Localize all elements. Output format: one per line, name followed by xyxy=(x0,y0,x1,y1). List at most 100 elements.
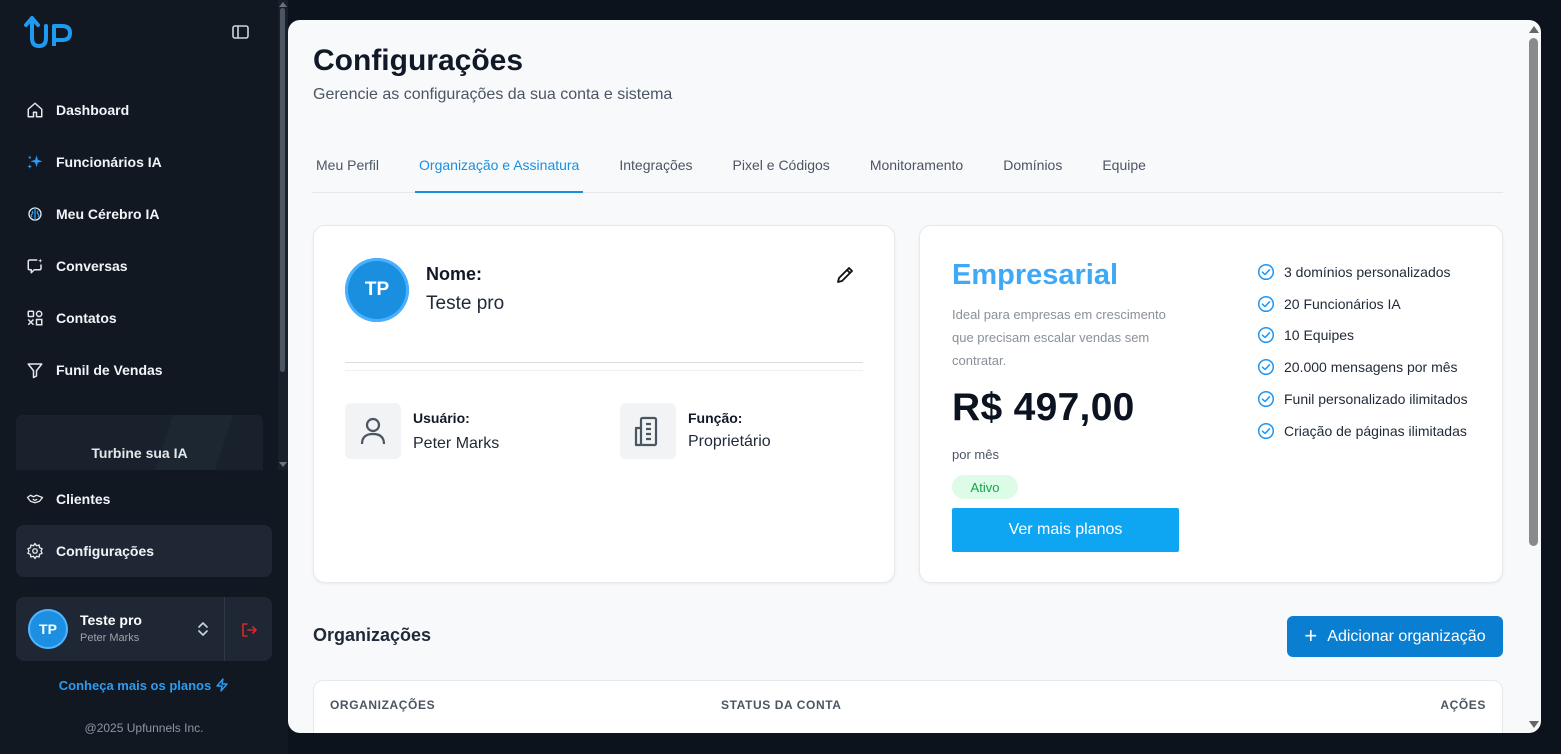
sidebar-scrollbar[interactable] xyxy=(278,0,288,470)
plan-card: Empresarial Ideal para empresas em cresc… xyxy=(919,225,1503,583)
role-value: Proprietário xyxy=(688,433,771,450)
sidebar-nav-bottom: Clientes Configurações xyxy=(16,473,272,577)
user-name: Teste pro xyxy=(80,612,142,628)
page-scrollbar[interactable] xyxy=(1527,20,1541,733)
user-icon-box xyxy=(345,403,401,459)
sidebar-item-conversas[interactable]: Conversas xyxy=(16,240,272,292)
check-circle-icon xyxy=(1257,422,1275,439)
plan-period: por mês xyxy=(952,447,999,462)
sidebar: Dashboard Funcionários IA Meu Cérebro IA… xyxy=(0,0,288,754)
sidebar-item-label: Dashboard xyxy=(56,102,130,118)
status-badge: Ativo xyxy=(952,475,1018,499)
feature-label: 10 Equipes xyxy=(1284,327,1355,344)
sidebar-item-label: Configurações xyxy=(56,543,155,559)
sidebar-item-dashboard[interactable]: Dashboard xyxy=(16,84,272,136)
sidebar-item-configuracoes[interactable]: Configurações xyxy=(16,525,272,577)
sidebar-scroll-down-icon[interactable] xyxy=(279,462,287,467)
plans-link[interactable]: Conheça mais os planos xyxy=(0,678,288,693)
name-label: Nome: xyxy=(426,264,483,284)
lightning-icon xyxy=(216,678,228,692)
list-item: Funil personalizado ilimitados xyxy=(1257,383,1497,415)
page-subtitle: Gerencie as configurações da sua conta e… xyxy=(313,86,673,103)
feature-label: Funil personalizado ilimitados xyxy=(1284,391,1468,408)
list-item: 3 domínios personalizados xyxy=(1257,256,1497,288)
sidebar-item-funcionarios-ia[interactable]: Funcionários IA xyxy=(16,136,272,188)
home-icon xyxy=(27,102,43,118)
sidebar-item-meu-cerebro-ia[interactable]: Meu Cérebro IA xyxy=(16,188,272,240)
copyright: @2025 Upfunnels Inc. xyxy=(84,721,204,735)
divider xyxy=(345,362,863,363)
sidebar-scrollbar-thumb[interactable] xyxy=(280,8,285,372)
tab-pixel-codigos[interactable]: Pixel e Códigos xyxy=(729,150,834,193)
main-panel: Configurações Gerencie as configurações … xyxy=(288,20,1541,733)
page-scrollbar-thumb[interactable] xyxy=(1529,38,1538,546)
contacts-icon xyxy=(27,310,43,326)
tab-dominios[interactable]: Domínios xyxy=(999,150,1066,193)
sidebar-item-clientes[interactable]: Clientes xyxy=(16,473,272,525)
divider xyxy=(224,597,225,661)
promo-banner[interactable]: Turbine sua IA xyxy=(16,415,263,470)
user-label: Usuário: xyxy=(413,410,470,426)
user-subtitle: Peter Marks xyxy=(80,632,140,644)
organizations-title: Organizações xyxy=(313,625,432,645)
feature-label: 3 domínios personalizados xyxy=(1284,263,1451,280)
handshake-icon xyxy=(26,494,44,504)
check-circle-icon xyxy=(1257,263,1275,280)
avatar: TP xyxy=(28,609,68,649)
user-icon xyxy=(360,417,386,445)
feature-label: Criação de páginas ilimitadas xyxy=(1284,422,1467,439)
plan-price: R$ 497,00 xyxy=(952,386,1135,429)
view-plans-button[interactable]: Ver mais planos xyxy=(952,508,1179,552)
plan-name: Empresarial xyxy=(952,259,1119,291)
sidebar-item-label: Conversas xyxy=(56,258,128,274)
brain-icon xyxy=(28,207,42,221)
scroll-down-icon[interactable] xyxy=(1529,721,1539,728)
sidebar-toggle-icon[interactable] xyxy=(231,24,251,40)
funnel-icon xyxy=(27,363,43,379)
column-header-acoes[interactable]: AÇÕES xyxy=(1440,698,1486,712)
tab-integracoes[interactable]: Integrações xyxy=(615,150,696,193)
chevron-up-down-icon[interactable] xyxy=(197,621,209,637)
profile-card: TP Nome: Teste pro Usuário: Peter Marks … xyxy=(313,225,895,583)
page-title: Configurações xyxy=(313,44,524,77)
promo-decoration xyxy=(151,415,235,470)
sidebar-scroll-up-icon[interactable] xyxy=(279,2,287,7)
sidebar-nav: Dashboard Funcionários IA Meu Cérebro IA… xyxy=(16,84,272,396)
user-switcher[interactable]: TP Teste pro Peter Marks xyxy=(16,597,272,661)
upfunnels-logo[interactable] xyxy=(22,14,74,50)
tab-monitoramento[interactable]: Monitoramento xyxy=(866,150,967,193)
user-value: Peter Marks xyxy=(413,435,500,452)
plan-features: 3 domínios personalizados 20 Funcionário… xyxy=(1257,256,1497,447)
sidebar-item-funil-de-vendas[interactable]: Funil de Vendas xyxy=(16,344,272,396)
avatar: TP xyxy=(345,258,409,322)
tab-organizacao-assinatura[interactable]: Organização e Assinatura xyxy=(415,150,584,193)
add-organization-button[interactable]: + Adicionar organização xyxy=(1287,616,1503,657)
building-icon xyxy=(634,416,658,447)
feature-label: 20.000 mensagens por mês xyxy=(1284,359,1458,376)
check-circle-icon xyxy=(1257,391,1275,408)
scroll-up-icon[interactable] xyxy=(1529,26,1539,33)
check-circle-icon xyxy=(1257,295,1275,312)
feature-label: 20 Funcionários IA xyxy=(1284,295,1401,312)
name-value: Teste pro xyxy=(426,293,505,314)
list-item: Criação de páginas ilimitadas xyxy=(1257,415,1497,447)
tab-equipe[interactable]: Equipe xyxy=(1098,150,1150,193)
sidebar-item-contatos[interactable]: Contatos xyxy=(16,292,272,344)
check-circle-icon xyxy=(1257,327,1275,344)
list-item: 10 Equipes xyxy=(1257,320,1497,352)
tab-meu-perfil[interactable]: Meu Perfil xyxy=(312,150,383,193)
logout-icon[interactable] xyxy=(240,621,258,639)
column-header-organizacoes[interactable]: ORGANIZAÇÕES xyxy=(330,698,435,712)
add-organization-label: Adicionar organização xyxy=(1327,627,1486,645)
plus-icon: + xyxy=(1304,622,1318,648)
pencil-icon[interactable] xyxy=(834,264,856,286)
promo-label: Turbine sua IA xyxy=(91,445,188,461)
list-item: 20.000 mensagens por mês xyxy=(1257,351,1497,383)
plan-description: Ideal para empresas em crescimento que p… xyxy=(952,307,1166,368)
list-item: 20 Funcionários IA xyxy=(1257,288,1497,320)
building-icon-box xyxy=(620,403,676,459)
divider xyxy=(345,370,863,371)
column-header-status[interactable]: STATUS DA CONTA xyxy=(721,698,842,712)
organizations-table: ORGANIZAÇÕES STATUS DA CONTA AÇÕES xyxy=(313,680,1503,733)
sidebar-item-label: Meu Cérebro IA xyxy=(56,206,160,222)
